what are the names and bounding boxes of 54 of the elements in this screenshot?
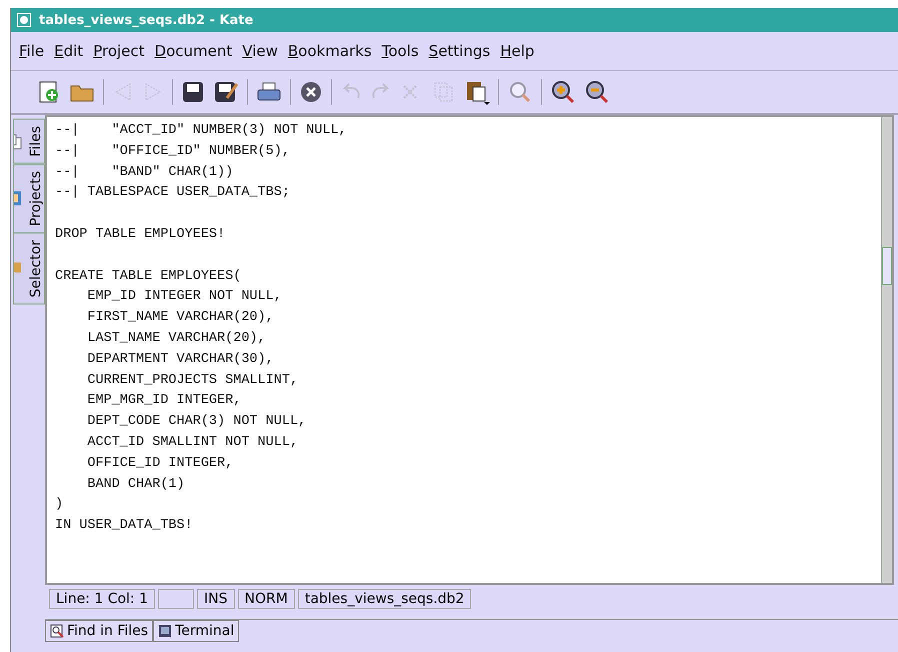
- documents-icon: [14, 133, 22, 150]
- code-line: LAST_NAME VARCHAR(20),: [86, 330, 267, 348]
- terminal-icon: [158, 624, 172, 638]
- status-field: INS: [197, 589, 235, 609]
- project-icon: [14, 190, 22, 206]
- code-line: IN USER_DATA_TBS!: [55, 517, 194, 536]
- search-icon[interactable]: [507, 79, 533, 105]
- status-field: Line: 1 Col: 1: [49, 589, 156, 609]
- scroll-thumb[interactable]: [882, 247, 892, 285]
- menu-item[interactable]: Document: [154, 42, 232, 60]
- panel-tab[interactable]: Terminal: [153, 620, 240, 642]
- code-line: DEPARTMENT VARCHAR(30),: [86, 350, 275, 369]
- zoom-out-icon[interactable]: [584, 79, 610, 105]
- code-line: BAND CHAR(1): [86, 476, 186, 494]
- code-line: EMP_ID INTEGER NOT NULL,: [86, 288, 283, 306]
- menu-item[interactable]: Edit: [54, 42, 84, 60]
- menu-item[interactable]: Help: [500, 42, 534, 60]
- new-document-icon[interactable]: [37, 80, 61, 104]
- menu-item[interactable]: View: [242, 42, 278, 60]
- menu-item[interactable]: Tools: [382, 42, 419, 60]
- zoom-in-icon[interactable]: [550, 79, 576, 105]
- save-as-icon[interactable]: [213, 80, 239, 104]
- code-editor[interactable]: [45, 115, 894, 585]
- menu-item[interactable]: Bookmarks: [288, 42, 372, 60]
- code-line: OFFICE_ID INTEGER,: [86, 454, 234, 473]
- menu-item[interactable]: Settings: [428, 42, 490, 60]
- search-icon: [50, 624, 64, 638]
- code-line: CURRENT_PROJECTS SMALLINT,: [86, 372, 300, 390]
- menu-item[interactable]: Project: [93, 42, 145, 60]
- close-icon[interactable]: [299, 80, 323, 104]
- side-tab[interactable]: Selector: [13, 232, 45, 304]
- code-line: DEPT_CODE CHAR(3) NOT NULL,: [86, 413, 308, 432]
- status-field: NORM: [238, 589, 295, 609]
- menu-item[interactable]: File: [19, 42, 44, 60]
- code-line: FIRST_NAME VARCHAR(20),: [86, 309, 275, 328]
- code-line: --| "ACCT_ID" NUMBER(3) NOT NULL,: [55, 122, 348, 140]
- panel-tab[interactable]: Find in Files: [45, 620, 154, 642]
- code-line: EMP_MGR_ID INTEGER,: [86, 392, 242, 410]
- code-line: --| "BAND" CHAR(1)): [55, 164, 234, 182]
- side-tab[interactable]: Files: [13, 119, 45, 164]
- code-line: --| TABLESPACE USER_DATA_TBS;: [55, 184, 291, 202]
- status-field: [158, 589, 194, 609]
- code-line: ACCT_ID SMALLINT NOT NULL,: [86, 434, 300, 452]
- code-line: DROP TABLE EMPLOYEES!: [55, 226, 226, 244]
- window-title: tables_views_seqs.db2 - Kate: [39, 12, 254, 28]
- save-icon[interactable]: [181, 80, 205, 104]
- status-field: tables_views_seqs.db2: [298, 589, 472, 609]
- scrollbar[interactable]: [881, 117, 892, 583]
- code-line: --| "OFFICE_ID" NUMBER(5),: [55, 142, 291, 161]
- window-menu-icon[interactable]: [17, 13, 31, 27]
- side-tab[interactable]: Projects: [13, 164, 45, 233]
- code-line: CREATE TABLE EMPLOYEES(: [55, 268, 242, 286]
- clipboard-icon[interactable]: [464, 79, 490, 105]
- code-line: ): [55, 496, 64, 514]
